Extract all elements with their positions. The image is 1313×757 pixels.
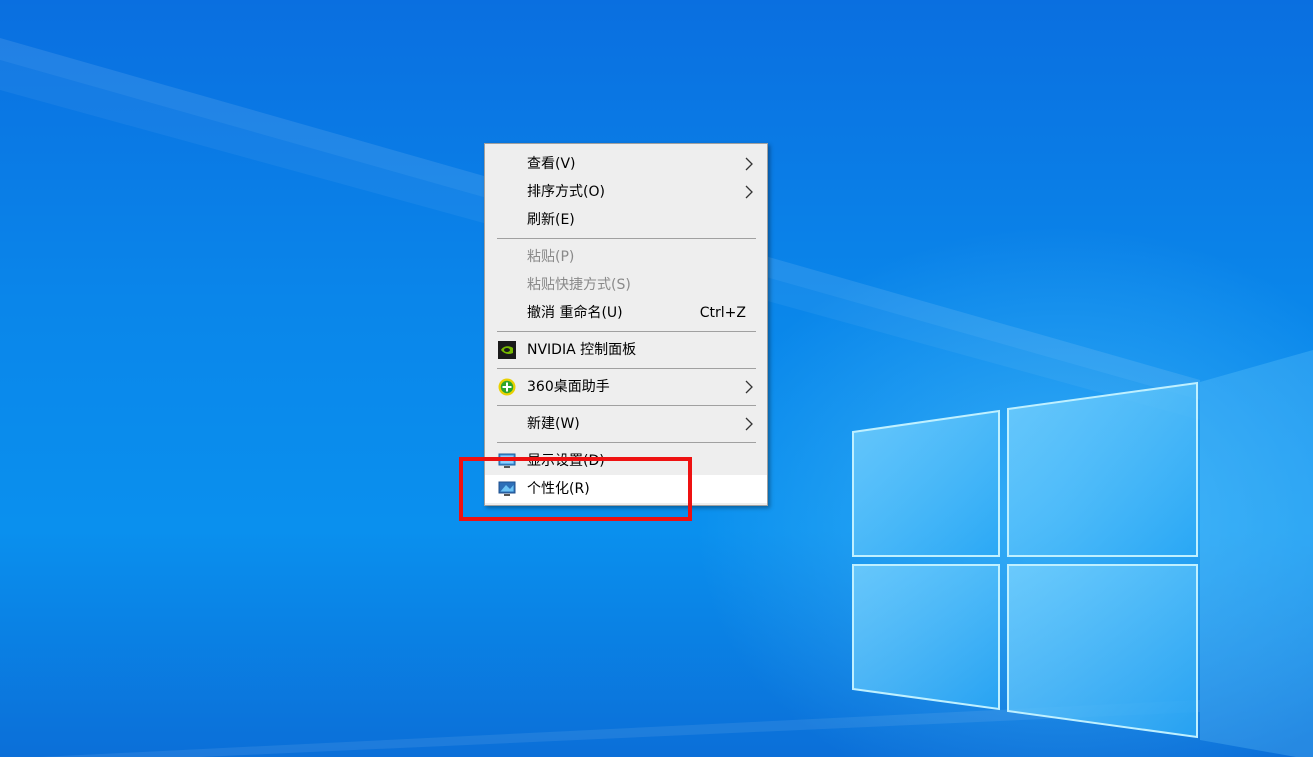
menu-separator — [497, 331, 756, 332]
menu-item-360-desktop-assistant[interactable]: 360桌面助手 — [485, 373, 767, 401]
menu-item-label: 粘贴(P) — [527, 249, 575, 265]
menu-item-shortcut: Ctrl+Z — [699, 305, 746, 321]
logo-pane-top-left — [852, 409, 1000, 557]
red-annotation-rectangle — [459, 457, 692, 521]
menu-item-label: 排序方式(O) — [527, 184, 605, 200]
menu-item-paste-shortcut: 粘贴快捷方式(S) — [485, 271, 767, 299]
chevron-right-icon — [745, 417, 753, 431]
logo-pane-top-right — [1007, 381, 1198, 557]
menu-item-paste: 粘贴(P) — [485, 243, 767, 271]
desktop-context-menu: 查看(V) 排序方式(O) 刷新(E) 粘贴(P) 粘贴快捷方式(S) 撤消 重… — [484, 143, 768, 506]
menu-item-new[interactable]: 新建(W) — [485, 410, 767, 438]
chevron-right-icon — [745, 157, 753, 171]
menu-separator — [497, 368, 756, 369]
menu-separator — [497, 238, 756, 239]
menu-item-sort-by[interactable]: 排序方式(O) — [485, 178, 767, 206]
menu-item-label: 查看(V) — [527, 156, 576, 172]
360-plus-icon — [498, 378, 516, 396]
menu-item-undo-rename[interactable]: 撤消 重命名(U) Ctrl+Z — [485, 299, 767, 327]
menu-item-label: 新建(W) — [527, 416, 580, 432]
menu-separator — [497, 405, 756, 406]
menu-item-label: NVIDIA 控制面板 — [527, 342, 637, 358]
menu-item-label: 刷新(E) — [527, 212, 575, 228]
menu-item-label: 360桌面助手 — [527, 379, 610, 395]
logo-pane-bottom-left — [852, 564, 1000, 711]
chevron-right-icon — [745, 185, 753, 199]
nvidia-icon — [498, 341, 516, 359]
menu-item-view[interactable]: 查看(V) — [485, 150, 767, 178]
menu-item-label: 撤消 重命名(U) — [527, 305, 623, 321]
logo-pane-bottom-right — [1007, 564, 1198, 739]
menu-item-refresh[interactable]: 刷新(E) — [485, 206, 767, 234]
menu-item-nvidia-control-panel[interactable]: NVIDIA 控制面板 — [485, 336, 767, 364]
menu-separator — [497, 442, 756, 443]
chevron-right-icon — [745, 380, 753, 394]
menu-item-label: 粘贴快捷方式(S) — [527, 277, 631, 293]
